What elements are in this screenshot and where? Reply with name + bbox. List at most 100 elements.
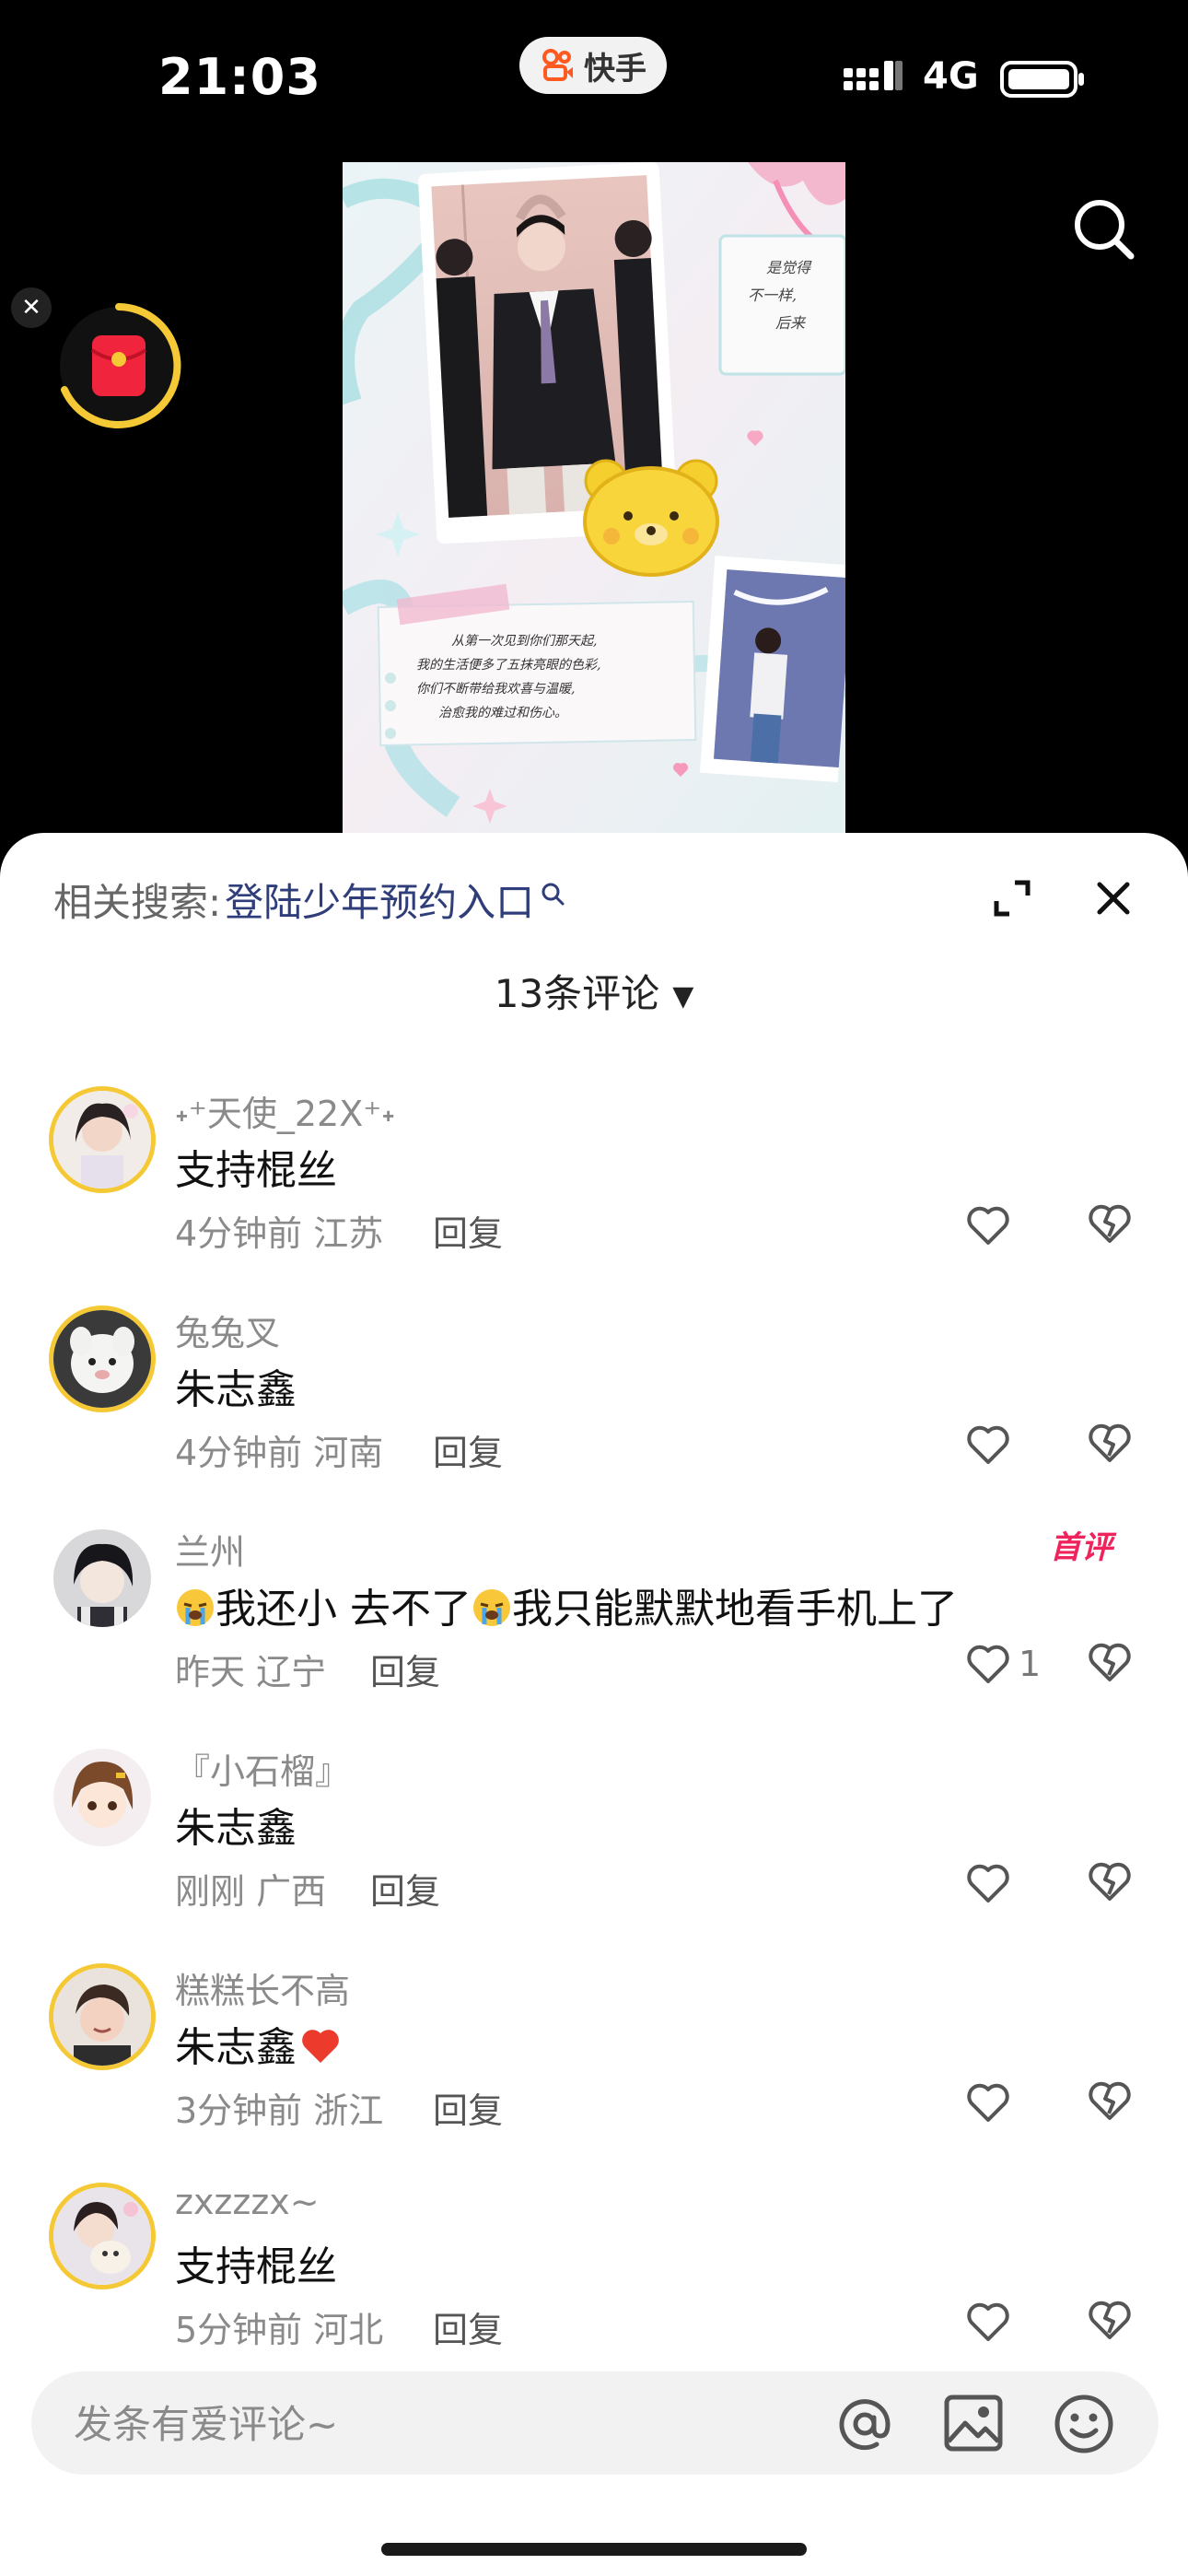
comment-location: 浙江 xyxy=(313,2090,384,2131)
status-time: 21:03 xyxy=(158,48,321,106)
comment-text: 支持棍丝 xyxy=(175,1147,337,1194)
svg-text:后来: 后来 xyxy=(775,314,807,332)
svg-text:是觉得: 是觉得 xyxy=(766,259,812,276)
video-caption-line-2: 我的生活便多了五抹亮眼的色彩, xyxy=(416,658,600,673)
comment-username[interactable]: zxzzzx~ xyxy=(175,2182,320,2222)
heart-icon xyxy=(967,1206,1009,1245)
at-icon[interactable] xyxy=(833,2392,897,2456)
comment-item: 兰州 首评 我还小 去不了 我只能默默地看手机上了 昨天 辽宁 回复 1 xyxy=(0,1515,1188,1727)
comment-location: 河北 xyxy=(313,2310,384,2350)
comment-meta: 5分钟前 河北 xyxy=(175,2301,383,2352)
crying-emoji-icon xyxy=(473,1589,510,1626)
reply-button[interactable]: 回复 xyxy=(433,1205,503,1256)
related-search-label: 相关搜索: xyxy=(53,880,222,925)
signal-icon xyxy=(844,61,903,90)
home-indicator[interactable] xyxy=(381,2543,807,2556)
comment-time: 刚刚 xyxy=(175,1871,246,1912)
comment-text: 支持棍丝 xyxy=(175,2243,337,2290)
close-icon[interactable] xyxy=(1089,873,1138,923)
avatar[interactable] xyxy=(53,1529,151,1627)
dislike-heart-icon[interactable] xyxy=(1087,2078,1133,2123)
emoji-icon[interactable] xyxy=(1052,2392,1116,2456)
search-icon[interactable] xyxy=(1066,192,1140,265)
app-pill[interactable]: 快手 xyxy=(519,37,667,94)
comment-item: ˖⁺天使_22X⁺˖ 支持棍丝 4分钟前 江苏 回复 xyxy=(0,1076,1188,1288)
like-button[interactable]: 1 xyxy=(965,1638,1041,1690)
comment-text: 朱志鑫 xyxy=(175,1805,297,1852)
comment-sheet: 相关搜索: 登陆少年预约入口 13条评论 ▼ ˖⁺天使_22X⁺˖ 支持棍丝 4分… xyxy=(0,833,1188,2576)
like-button[interactable] xyxy=(965,2077,1011,2128)
like-button[interactable] xyxy=(965,1857,1011,1909)
comment-text-part: 我还小 去不了 xyxy=(215,1586,472,1633)
close-redpacket-icon[interactable]: ✕ xyxy=(11,287,52,328)
comment-meta: 刚刚 广西 xyxy=(175,1863,326,1914)
like-button[interactable] xyxy=(965,1200,1011,1251)
kuaishou-logo-icon xyxy=(542,49,573,81)
expand-icon[interactable] xyxy=(989,875,1035,921)
image-icon[interactable] xyxy=(943,2394,1004,2453)
comment-username[interactable]: 『小石榴』 xyxy=(175,1743,350,1794)
heart-icon xyxy=(967,1425,1009,1464)
red-packet-icon[interactable] xyxy=(55,302,182,429)
svg-text:不一样,: 不一样, xyxy=(748,287,797,304)
comment-item: 糕糕长不高 朱志鑫 3分钟前 浙江 回复 xyxy=(0,1953,1188,2165)
video-poster-image: 是觉得 不一样, 后来 从第一次见到你们那天起, 我的生活便多了五抹亮眼的色彩,… xyxy=(343,162,845,833)
like-count: 1 xyxy=(1019,1644,1042,1684)
avatar[interactable] xyxy=(53,1968,151,2066)
dislike-heart-icon[interactable] xyxy=(1087,2298,1133,2342)
comment-item: zxzzzx~ 支持棍丝 5分钟前 河北 回复 xyxy=(0,2172,1188,2384)
dislike-heart-icon[interactable] xyxy=(1087,1859,1133,1903)
reply-button[interactable]: 回复 xyxy=(433,1424,503,1475)
avatar[interactable] xyxy=(53,1749,151,1846)
avatar[interactable] xyxy=(53,1310,151,1408)
heart-icon xyxy=(967,2083,1009,2122)
crying-emoji-icon xyxy=(177,1589,214,1626)
reply-button[interactable]: 回复 xyxy=(433,2082,503,2133)
dislike-heart-icon[interactable] xyxy=(1087,1201,1133,1246)
reply-button[interactable]: 回复 xyxy=(370,1644,440,1694)
comment-username[interactable]: 兰州 xyxy=(175,1524,245,1575)
status-bar: 21:03 快手 4G xyxy=(0,0,1188,157)
comment-location: 河南 xyxy=(313,1433,384,1473)
heart-icon xyxy=(967,2302,1009,2341)
dislike-heart-icon[interactable] xyxy=(1087,1421,1133,1465)
heart-icon xyxy=(967,1645,1009,1683)
comment-item: 『小石榴』 朱志鑫 刚刚 广西 回复 xyxy=(0,1734,1188,1946)
reply-button[interactable]: 回复 xyxy=(433,2301,503,2352)
comment-text: 我还小 去不了 我只能默默地看手机上了 xyxy=(175,1575,958,1634)
avatar[interactable] xyxy=(53,1091,151,1188)
like-button[interactable] xyxy=(965,1419,1011,1470)
comment-text-part: 朱志鑫 xyxy=(175,2024,297,2071)
comment-meta: 3分钟前 浙江 xyxy=(175,2082,383,2133)
comment-username[interactable]: 糕糕长不高 xyxy=(175,1962,350,2013)
comment-time: 昨天 xyxy=(175,1652,246,1692)
comment-count-sort[interactable]: 13条评论 ▼ xyxy=(0,925,1188,1066)
heart-icon xyxy=(967,1864,1009,1903)
like-button[interactable] xyxy=(965,2296,1011,2348)
app-name: 快手 xyxy=(584,50,646,88)
related-search[interactable]: 相关搜索: 登陆少年预约入口 xyxy=(53,872,565,928)
comment-count: 13条评论 xyxy=(494,971,660,1016)
comment-item: 兔兔叉 朱志鑫 4分钟前 河南 回复 xyxy=(0,1295,1188,1507)
comment-time: 4分钟前 xyxy=(175,1213,303,1254)
comment-username[interactable]: ˖⁺天使_22X⁺˖ xyxy=(175,1085,395,1136)
comment-input[interactable] xyxy=(72,2371,812,2476)
comment-location: 江苏 xyxy=(313,1213,384,1254)
dislike-heart-icon[interactable] xyxy=(1087,1640,1133,1684)
comment-meta: 昨天 辽宁 xyxy=(175,1644,326,1694)
comment-time: 4分钟前 xyxy=(175,1433,303,1473)
comment-meta: 4分钟前 江苏 xyxy=(175,1205,383,1256)
comment-username[interactable]: 兔兔叉 xyxy=(175,1305,280,1355)
comment-location: 广西 xyxy=(256,1871,327,1912)
reply-button[interactable]: 回复 xyxy=(370,1863,440,1914)
battery-icon xyxy=(1000,61,1084,98)
related-search-term[interactable]: 登陆少年预约入口 xyxy=(225,872,534,928)
comment-location: 辽宁 xyxy=(256,1652,327,1692)
video-caption-line-3: 你们不断带给我欢喜与温暖, xyxy=(416,682,575,697)
network-type: 4G xyxy=(923,55,979,98)
comment-time: 3分钟前 xyxy=(175,2090,303,2131)
avatar[interactable] xyxy=(53,2187,151,2285)
comment-meta: 4分钟前 河南 xyxy=(175,1424,383,1475)
video-frame[interactable]: 是觉得 不一样, 后来 从第一次见到你们那天起, 我的生活便多了五抹亮眼的色彩,… xyxy=(343,162,845,833)
first-comment-badge: 首评 xyxy=(1050,1529,1112,1566)
